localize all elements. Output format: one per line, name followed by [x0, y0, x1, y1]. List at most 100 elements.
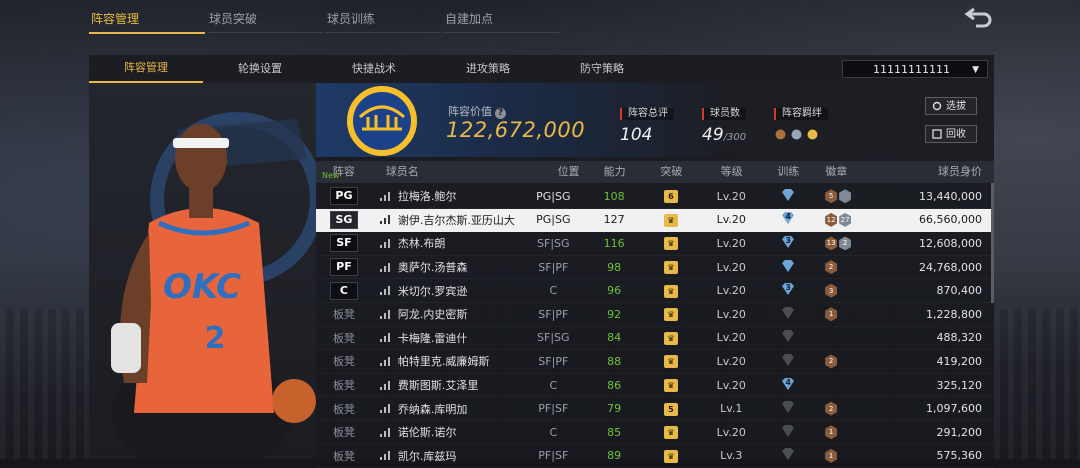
player-name: 凯尔.库兹玛 — [397, 449, 457, 463]
lineup-cell: 板凳 — [316, 424, 372, 440]
table-row[interactable]: 板凳 费斯图斯.艾泽里 C 86 ♛ Lv.20 4 325,120 — [316, 374, 994, 398]
chemistry-gold-icon — [806, 126, 819, 140]
player-count-value: 49/300 — [702, 125, 746, 145]
player-grade: Lv.1 — [720, 402, 743, 416]
player-ability: 98 — [607, 260, 622, 274]
player-grade: Lv.3 — [720, 449, 743, 463]
player-count-label: 球员数 — [702, 108, 746, 120]
table-row[interactable]: 板凳 帕特里克.威廉姆斯 SF|PF 88 ♛ Lv.20 2 419,200 — [316, 350, 994, 374]
table-row[interactable]: SG 谢伊.吉尔杰斯.亚历山大 PG|SG 127 ♛ Lv.20 4 12 27… — [316, 208, 994, 233]
player-position: SF|SG — [537, 331, 570, 345]
table-row[interactable]: PF 奥萨尔.汤普森 SF|PF 98 ♛ Lv.20 2 24,768,000 — [316, 256, 994, 280]
refresh-icon — [932, 101, 942, 111]
subtab-rotation[interactable]: 轮换设置 — [203, 55, 317, 83]
training-gem-level: 3 — [780, 282, 796, 296]
header-player-value[interactable]: 球员身价 — [890, 161, 994, 183]
crown-icon: ♛ — [663, 213, 678, 227]
player-count-total: /300 — [723, 132, 747, 143]
breakthrough-cell: ♛ — [641, 213, 702, 227]
training-gem-icon — [782, 306, 795, 319]
training-level-text: 3 — [785, 283, 791, 293]
player-ability: 108 — [603, 189, 625, 203]
table-row[interactable]: SF 杰林.布朗 SF|SG 116 ♛ Lv.20 3 13 2 12,608,… — [316, 232, 994, 256]
badge-icon: 2 — [825, 260, 838, 275]
chemistry-silver-icon — [790, 126, 803, 140]
table-row[interactable]: 板凳 诺伦斯.诺尔 C 85 ♛ Lv.20 1 291,200 — [316, 421, 994, 445]
svg-text:OKC: OKC — [163, 267, 241, 307]
header-position[interactable]: 位置 — [519, 161, 588, 183]
player-grade: Lv.20 — [716, 260, 746, 274]
lineup-chemistry-stat: 阵容羁绊 — [774, 101, 828, 140]
recycle-button[interactable]: 回收 — [925, 125, 977, 143]
lineup-select[interactable]: 11111111111 ▼ — [842, 60, 988, 78]
header-grade[interactable]: 等级 — [702, 161, 762, 183]
header-ability[interactable]: 能力 — [588, 161, 641, 183]
subtab-quick-tactics[interactable]: 快捷战术 — [317, 55, 431, 83]
table-row[interactable]: 板凳 乔纳森.库明加 PF|SF 79 5 Lv.1 2 1,097,600 — [316, 397, 994, 421]
badge-icon: 2 — [839, 236, 852, 251]
svg-text:2: 2 — [205, 321, 226, 356]
header-training[interactable]: 训练 — [761, 161, 815, 183]
lineup-value: 122,672,000 — [446, 118, 586, 142]
training-level-text: 4 — [785, 212, 791, 222]
back-arrow-icon[interactable] — [964, 6, 994, 28]
tab-custom-points[interactable]: 自建加点 — [443, 8, 559, 33]
tab-lineup-management[interactable]: 阵容管理 — [89, 8, 205, 34]
player-value: 24,768,000 — [919, 260, 982, 274]
subtab-lineup[interactable]: 阵容管理 — [89, 55, 203, 83]
tab-player-training[interactable]: 球员训练 — [325, 8, 441, 33]
signal-bars-icon — [379, 404, 390, 414]
lineup-rating-label: 阵容总评 — [620, 108, 674, 120]
player-name: 杰林.布朗 — [397, 237, 446, 251]
table-row[interactable]: 板凳 阿龙.内史密斯 SF|PF 92 ♛ Lv.20 1 1,228,800 — [316, 303, 994, 327]
crown-icon: ♛ — [663, 284, 678, 298]
tab-player-breakthrough[interactable]: 球员突破 — [207, 8, 323, 33]
header-badges[interactable]: 徽章 — [815, 161, 890, 183]
player-name-cell: 费斯图斯.艾泽里 — [372, 377, 519, 393]
player-ability: 79 — [607, 402, 622, 416]
player-name-cell: 杰林.布朗 — [372, 235, 519, 251]
training-gem-icon — [782, 353, 795, 366]
signal-bars-icon — [379, 286, 390, 296]
lineup-cell: SF — [316, 234, 372, 253]
lineup-select-value: 11111111111 — [873, 63, 950, 76]
player-position: PG|SG — [536, 213, 571, 227]
subtab-offense[interactable]: 进攻策略 — [431, 55, 545, 83]
player-value: 1,228,800 — [926, 307, 982, 321]
player-name: 帕特里克.威廉姆斯 — [397, 355, 490, 369]
chemistry-icons[interactable] — [774, 126, 828, 140]
training-gem-icon — [782, 259, 795, 272]
table-scrollbar[interactable] — [991, 183, 994, 303]
player-name-cell: 帕特里克.威廉姆斯 — [372, 353, 519, 369]
table-row[interactable]: C 米切尔.罗宾逊 C 96 ♛ Lv.20 3 3 870,400 — [316, 279, 994, 303]
bench-label: 板凳 — [332, 308, 355, 322]
player-value: 12,608,000 — [919, 236, 982, 250]
training-cell: 3 — [761, 235, 815, 252]
player-grade: Lv.20 — [716, 378, 746, 392]
player-value: 419,200 — [936, 354, 983, 368]
badges-cell: 1 — [815, 425, 890, 440]
breakthrough-cell: ♛ — [641, 307, 702, 322]
header-player-name[interactable]: 球员名 — [372, 161, 519, 183]
badge-icon: 13 — [825, 236, 838, 251]
player-position: PG|SG — [536, 189, 571, 203]
crown-icon: ♛ — [663, 426, 678, 440]
table-row[interactable]: New PG 拉梅洛.鲍尔 PG|SG 108 6 Lv.20 5 13,440,… — [316, 171, 994, 209]
player-value: 325,120 — [936, 378, 983, 392]
chevron-down-icon: ▼ — [972, 65, 979, 75]
header-breakthrough[interactable]: 突破 — [641, 161, 702, 183]
subtab-defense[interactable]: 防守策略 — [545, 55, 659, 83]
badges-cell: 2 — [815, 354, 890, 369]
table-row[interactable]: 板凳 凯尔.库兹玛 PF|SF 89 ♛ Lv.3 1 575,360 — [316, 445, 994, 468]
breakthrough-level: 6 — [663, 190, 678, 204]
roster-table-header: 阵容 球员名 位置 能力 突破 等级 训练 徽章 球员身价 — [316, 161, 994, 183]
lineup-cell: 板凳 — [316, 330, 372, 346]
training-cell — [761, 306, 815, 323]
lineup-cell: 板凳 — [316, 448, 372, 464]
player-position: C — [549, 284, 558, 298]
training-gem-icon — [782, 188, 795, 201]
lineup-cell: SG — [316, 210, 372, 229]
select-button[interactable]: 选拔 — [925, 97, 977, 115]
table-row[interactable]: 板凳 卡梅隆.雷迪什 SF|SG 84 ♛ Lv.20 488,320 — [316, 327, 994, 351]
player-name-cell: 谢伊.吉尔杰斯.亚历山大 — [372, 212, 519, 228]
